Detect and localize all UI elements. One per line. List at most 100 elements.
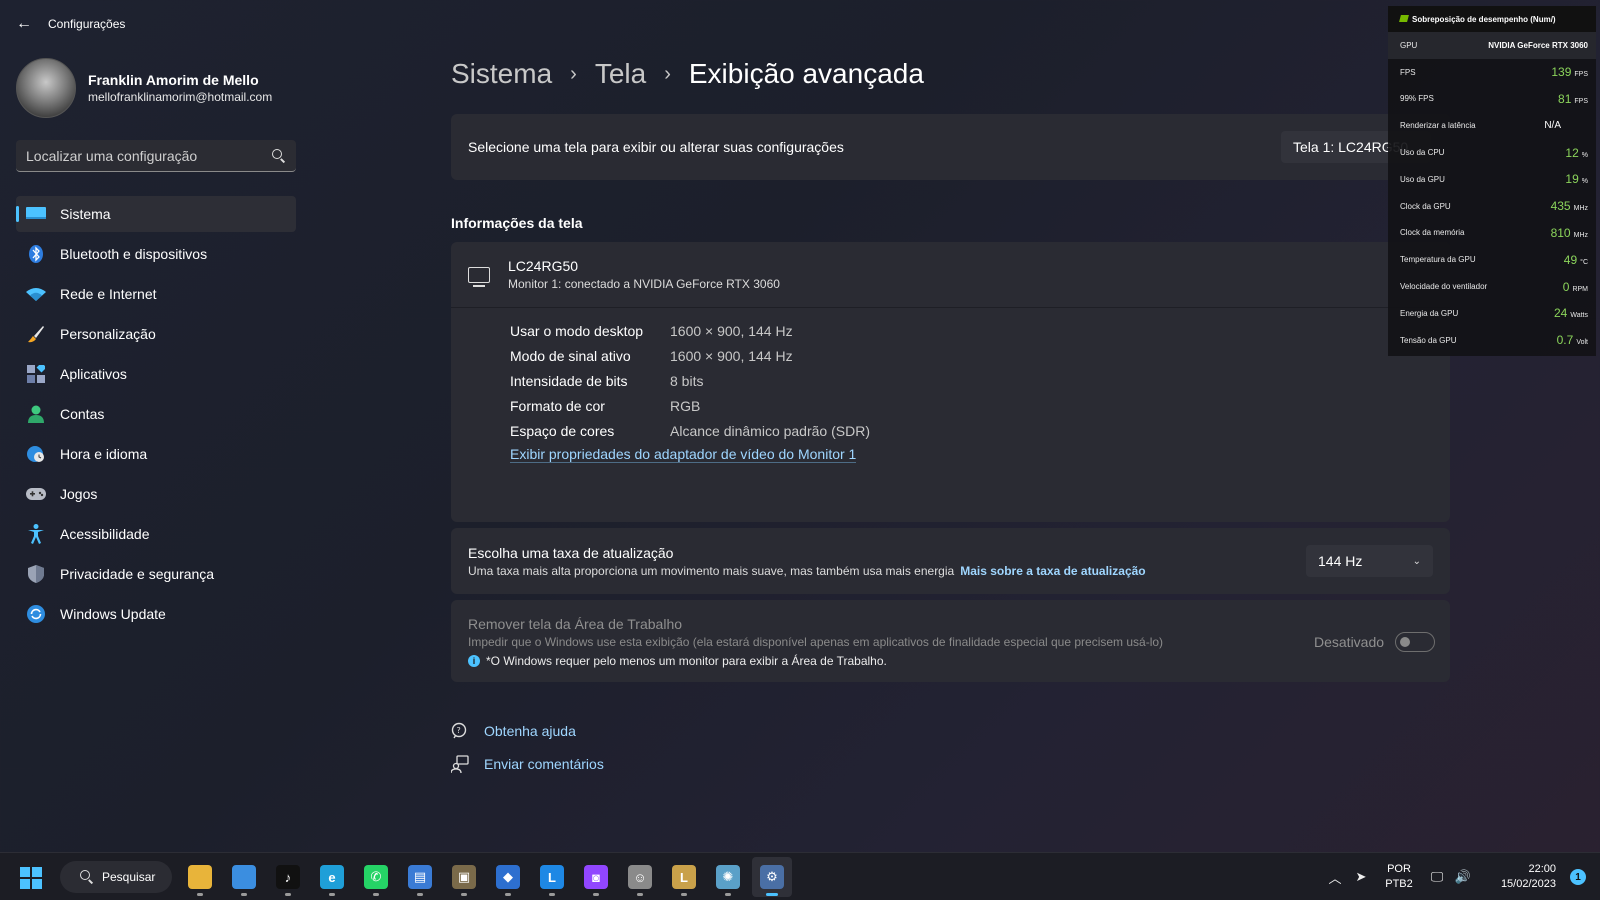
language-code: POR: [1387, 863, 1411, 875]
app-character-icon: ☺: [628, 865, 652, 889]
taskbar-search-button[interactable]: Pesquisar: [60, 861, 172, 893]
taskbar-app-button[interactable]: e: [312, 857, 352, 897]
windows-start-icon[interactable]: [20, 867, 42, 889]
refresh-rate-title: Escolha uma taxa de atualização: [468, 545, 674, 561]
refresh-rate-link[interactable]: Mais sobre a taxa de atualização: [960, 564, 1145, 578]
language-indicator[interactable]: POR PTB2: [1374, 862, 1424, 892]
sidebar-item-personalizacao[interactable]: Personalização: [16, 316, 296, 352]
info-key: Espaço de cores: [510, 422, 615, 439]
feedback-icon: [451, 754, 469, 773]
app-cube-icon: ◆: [496, 865, 520, 889]
accessibility-icon: [26, 524, 46, 544]
overlay-stat-label: Uso da CPU: [1400, 148, 1445, 158]
update-icon: [26, 604, 46, 624]
running-indicator: [549, 893, 555, 896]
taskbar-app-button[interactable]: ✺: [708, 857, 748, 897]
overlay-stat-row: Clock da memória 810 MHz: [1388, 220, 1596, 247]
feedback-link[interactable]: Enviar comentários: [484, 756, 604, 772]
taskbar-app-button[interactable]: ◙: [576, 857, 616, 897]
sidebar-item-contas[interactable]: Contas: [16, 396, 296, 432]
taskbar-app-button[interactable]: ⚙: [752, 857, 792, 897]
clock[interactable]: 22:00 15/02/2023: [1476, 862, 1556, 892]
monitor-icon: [26, 204, 46, 224]
sidebar-item-label: Rede e Internet: [60, 286, 157, 302]
taskbar-app-button[interactable]: ◆: [488, 857, 528, 897]
overlay-stat-row: Temperatura da GPU 49 °C: [1388, 246, 1596, 273]
shield-icon: [26, 564, 46, 584]
breadcrumb-sistema[interactable]: Sistema: [451, 58, 552, 90]
info-row: Modo de sinal ativo 1600 × 900, 144 Hz: [510, 343, 1450, 368]
taskbar-app-button[interactable]: [224, 857, 264, 897]
overlay-stat-row: Clock da GPU 435 MHz: [1388, 193, 1596, 220]
search-box[interactable]: [16, 140, 296, 172]
league-icon: L: [672, 865, 696, 889]
gamepad-icon: [26, 484, 46, 504]
sidebar-item-label: Jogos: [60, 486, 98, 502]
twitch-icon: ◙: [584, 865, 608, 889]
user-profile[interactable]: Franklin Amorim de Mello mellofranklinam…: [16, 58, 272, 118]
settings-icon: ⚙: [760, 865, 784, 889]
sidebar-item-privacidade[interactable]: Privacidade e segurança: [16, 556, 296, 592]
avatar[interactable]: [16, 58, 76, 118]
breadcrumb-tela[interactable]: Tela: [595, 58, 646, 90]
sidebar-item-rede[interactable]: Rede e Internet: [16, 276, 296, 312]
chevron-right-icon: ›: [570, 62, 577, 85]
whatsapp-icon: ✆: [364, 865, 388, 889]
location-arrow-icon[interactable]: ➤: [1348, 869, 1374, 885]
edge-icon: e: [320, 865, 344, 889]
search-input[interactable]: [26, 147, 272, 164]
page-title: Exibição avançada: [688, 58, 924, 89]
svg-text:?: ?: [457, 726, 461, 735]
sidebar-item-acessibilidade[interactable]: Acessibilidade: [16, 516, 296, 552]
info-key: Intensidade de bits: [510, 372, 628, 389]
taskbar-app-button[interactable]: ▤: [400, 857, 440, 897]
get-help-link[interactable]: Obtenha ajuda: [484, 723, 576, 739]
apps-icon: [26, 364, 46, 384]
overlay-gpu-name: NVIDIA GeForce RTX 3060: [1488, 40, 1588, 50]
taskbar-app-button[interactable]: L: [532, 857, 572, 897]
sidebar-item-sistema[interactable]: Sistema: [16, 196, 296, 232]
volume-icon[interactable]: 🔊: [1450, 869, 1476, 885]
network-icon[interactable]: 🖵: [1424, 869, 1450, 885]
remove-display-toggle[interactable]: [1395, 632, 1435, 652]
refresh-rate-card: Escolha uma taxa de atualização Uma taxa…: [451, 528, 1450, 594]
chevron-up-icon[interactable]: ︿: [1322, 868, 1348, 887]
taskbar-app-button[interactable]: ▣: [444, 857, 484, 897]
taskbar-app-button[interactable]: [180, 857, 220, 897]
sidebar-item-aplicativos[interactable]: Aplicativos: [16, 356, 296, 392]
title-bar: ← Configurações: [0, 0, 1600, 48]
adapter-properties-link[interactable]: Exibir propriedades do adaptador de víde…: [510, 446, 857, 463]
feedback-row[interactable]: Enviar comentários: [451, 747, 604, 780]
main-content: Sistema › Tela › Exibição avançada Selec…: [451, 48, 1451, 852]
overlay-stat-label: Clock da memória: [1400, 228, 1465, 238]
sidebar-item-label: Privacidade e segurança: [60, 566, 215, 582]
taskbar-app-button[interactable]: ☺: [620, 857, 660, 897]
sidebar-item-jogos[interactable]: Jogos: [16, 476, 296, 512]
taskbar: Pesquisar ♪ e ✆ ▤ ▣ ◆ L ◙ ☺ L ✺ ⚙ ︿ ➤ POR PTB2 🖵 🔊 …: [0, 852, 1600, 900]
info-value: Alcance dinâmico padrão (SDR): [670, 422, 870, 439]
sidebar-item-label: Bluetooth e dispositivos: [60, 246, 208, 262]
info-value: RGB: [670, 397, 701, 414]
running-indicator: [241, 893, 247, 896]
refresh-rate-value: 144 Hz: [1318, 553, 1363, 569]
back-button[interactable]: ←: [0, 0, 48, 48]
get-help-row[interactable]: ? Obtenha ajuda: [451, 714, 604, 747]
overlay-stat-row: Tensão da GPU 0.7 Volt: [1388, 327, 1596, 354]
overlay-stat-label: 99% FPS: [1400, 94, 1434, 104]
sidebar: Franklin Amorim de Mello mellofranklinam…: [0, 48, 310, 852]
info-row: Espaço de cores Alcance dinâmico padrão (…: [510, 418, 1450, 443]
taskbar-app-button[interactable]: ✆: [356, 857, 396, 897]
search-icon[interactable]: [272, 148, 286, 163]
sidebar-item-hora-idioma[interactable]: Hora e idioma: [16, 436, 296, 472]
sidebar-item-label: Hora e idioma: [60, 446, 148, 462]
taskbar-app-button[interactable]: ♪: [268, 857, 308, 897]
taskbar-app-button[interactable]: L: [664, 857, 704, 897]
taskbar-apps: ♪ e ✆ ▤ ▣ ◆ L ◙ ☺ L ✺ ⚙: [180, 857, 796, 897]
refresh-rate-dropdown[interactable]: 144 Hz ⌄: [1306, 545, 1433, 577]
sidebar-item-bluetooth[interactable]: Bluetooth e dispositivos: [16, 236, 296, 272]
info-row: Formato de cor RGB: [510, 393, 1450, 418]
arrow-left-icon: ←: [16, 15, 32, 32]
notification-badge[interactable]: 1: [1570, 869, 1586, 885]
sidebar-item-label: Aplicativos: [60, 366, 127, 382]
sidebar-item-windows-update[interactable]: Windows Update: [16, 596, 296, 632]
